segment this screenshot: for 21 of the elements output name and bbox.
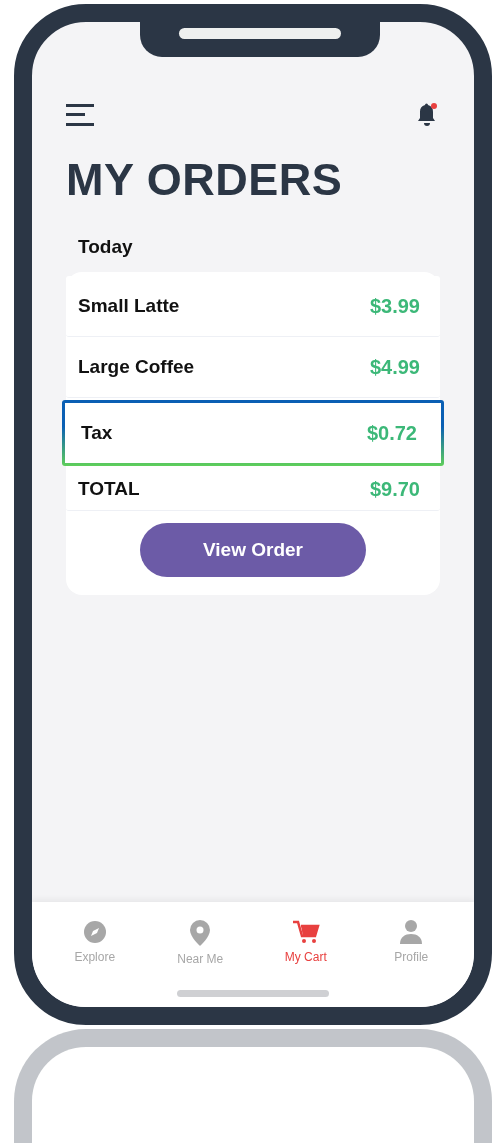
total-label: TOTAL [78,478,140,500]
nav-tab[interactable]: My Cart [265,920,346,966]
compass-icon [82,920,107,944]
person-icon [400,920,423,944]
nav-tab[interactable]: Near Me [160,920,241,966]
page-title: MY ORDERS [66,154,344,206]
menu-icon[interactable] [66,104,94,126]
notification-bell-icon[interactable] [416,102,438,128]
view-order-button[interactable]: View Order [140,523,366,577]
total-amount: $9.70 [369,477,420,501]
section-heading: Today [78,236,134,258]
line-item-price: $4.99 [369,355,420,379]
cart-icon [291,920,320,944]
line-item-label: Tax [81,422,113,444]
line-item-price: $3.99 [369,294,420,318]
line-item-label: Large Coffee [78,356,195,378]
nav-tab[interactable]: Explore [54,920,135,966]
location-pin-icon [190,920,211,946]
line-item-price: $0.72 [366,421,417,445]
line-item-label: Small Latte [78,295,180,317]
nav-tab[interactable]: Profile [371,920,452,966]
